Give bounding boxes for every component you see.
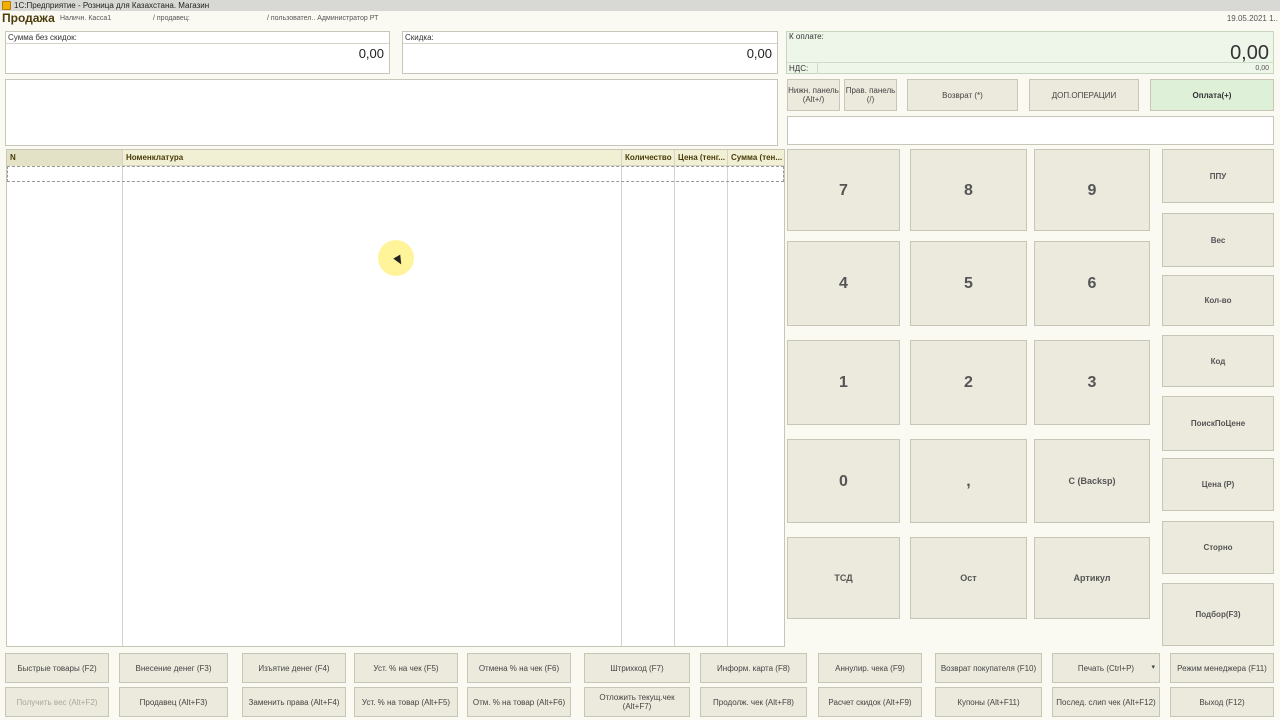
set-receipt-discount-button[interactable]: Уст. % на чек (F5) — [354, 653, 458, 683]
discount-label: Скидка: — [405, 33, 434, 42]
quantity-button[interactable]: Кол-во — [1162, 275, 1274, 326]
key-7[interactable]: 7 — [787, 149, 900, 231]
seller-label: / продавец: — [153, 15, 190, 22]
customer-return-button[interactable]: Возврат покупателя (F10) — [935, 653, 1042, 683]
key-backspace[interactable]: С (Backsp) — [1034, 439, 1150, 523]
manager-mode-button[interactable]: Режим менеджера (F11) — [1170, 653, 1274, 683]
get-weight-button[interactable]: Получить вес (Alt+F2) — [5, 687, 109, 717]
key-6[interactable]: 6 — [1034, 241, 1150, 326]
vat-value: 0,00 — [1255, 65, 1269, 72]
seller-button[interactable]: Продавец (Alt+F3) — [119, 687, 228, 717]
key-comma[interactable]: , — [910, 439, 1027, 523]
column-header-price[interactable]: Цена (тенг... — [675, 150, 727, 166]
cancel-receipt-button[interactable]: Аннулир. чека (F9) — [818, 653, 922, 683]
last-slip-button[interactable]: Послед. слип чек (Alt+F12) — [1052, 687, 1160, 717]
set-item-discount-button[interactable]: Уст. % на товар (Alt+F5) — [354, 687, 458, 717]
calculate-discounts-button[interactable]: Расчет скидок (Alt+F9) — [818, 687, 922, 717]
selection-button[interactable]: Подбор(F3) — [1162, 583, 1274, 646]
cashbox-label: Наличн. Касса1 — [60, 15, 112, 22]
sum-without-discount-label: Сумма без скидок: — [8, 33, 77, 42]
cash-out-button[interactable]: Изъятие денег (F4) — [242, 653, 346, 683]
replace-rights-button[interactable]: Заменить права (Alt+F4) — [242, 687, 346, 717]
key-8[interactable]: 8 — [910, 149, 1027, 231]
price-button[interactable]: Цена (Р) — [1162, 458, 1274, 511]
table-row[interactable] — [7, 166, 784, 182]
to-pay-panel: К оплате: 0,00 НДС: 0,00 — [786, 31, 1274, 74]
column-header-sum[interactable]: Сумма (тен... — [728, 150, 784, 166]
app-logo-icon — [2, 1, 11, 10]
table-header: N Номенклатура Количество Цена (тенг... … — [7, 150, 784, 166]
page-title: Продажа — [2, 11, 55, 25]
return-button[interactable]: Возврат (*) — [907, 79, 1018, 111]
postpone-receipt-button[interactable]: Отложить текущ.чек (Alt+F7) — [584, 687, 690, 717]
right-panel-button[interactable]: Прав. панель (/) — [844, 79, 897, 111]
column-header-n[interactable]: N — [7, 150, 122, 166]
cancel-item-discount-button[interactable]: Отм. % на товар (Alt+F6) — [467, 687, 571, 717]
info-area — [5, 79, 778, 146]
coupons-button[interactable]: Купоны (Alt+F11) — [935, 687, 1042, 717]
discount-panel: Скидка: 0,00 — [402, 31, 778, 74]
column-header-quantity[interactable]: Количество — [622, 150, 674, 166]
article-button[interactable]: Артикул — [1034, 537, 1150, 619]
quick-goods-button[interactable]: Быстрые товары (F2) — [5, 653, 109, 683]
cancel-receipt-discount-button[interactable]: Отмена % на чек (F6) — [467, 653, 571, 683]
search-by-price-button[interactable]: ПоискПоЦене — [1162, 396, 1274, 451]
tsd-button[interactable]: ТСД — [787, 537, 900, 619]
input-strip[interactable] — [787, 116, 1274, 145]
continue-receipt-button[interactable]: Продолж. чек (Alt+F8) — [700, 687, 807, 717]
user-label: / пользовател.. Администратор РТ — [267, 15, 379, 22]
code-button[interactable]: Код — [1162, 335, 1274, 387]
window-title-bar: 1С:Предприятие - Розница для Казахстана.… — [0, 0, 1280, 11]
lower-panel-button[interactable]: Нижн. панель (Alt+/) — [787, 79, 840, 111]
key-9[interactable]: 9 — [1034, 149, 1150, 231]
barcode-button[interactable]: Штрихкод (F7) — [584, 653, 690, 683]
payment-button[interactable]: Оплата(+) — [1150, 79, 1274, 111]
dropdown-arrow-icon: ▾ — [1151, 664, 1155, 671]
cash-in-button[interactable]: Внесение денег (F3) — [119, 653, 228, 683]
key-0[interactable]: 0 — [787, 439, 900, 523]
print-button-label: Печать (Ctrl+P) — [1077, 663, 1135, 673]
discount-value: 0,00 — [746, 46, 772, 61]
column-header-nomenclature[interactable]: Номенклатура — [123, 150, 621, 166]
key-1[interactable]: 1 — [787, 340, 900, 425]
to-pay-label: К оплате: — [789, 32, 824, 41]
key-4[interactable]: 4 — [787, 241, 900, 326]
print-button[interactable]: Печать (Ctrl+P) ▾ — [1052, 653, 1160, 683]
sum-without-discount-panel: Сумма без скидок: 0,00 — [5, 31, 390, 74]
extra-operations-button[interactable]: ДОП.ОПЕРАЦИИ — [1029, 79, 1139, 111]
weight-button[interactable]: Вес — [1162, 213, 1274, 267]
key-2[interactable]: 2 — [910, 340, 1027, 425]
info-card-button[interactable]: Информ. карта (F8) — [700, 653, 807, 683]
ppu-button[interactable]: ППУ — [1162, 149, 1274, 203]
key-5[interactable]: 5 — [910, 241, 1027, 326]
window-title: 1С:Предприятие - Розница для Казахстана.… — [14, 1, 210, 10]
key-3[interactable]: 3 — [1034, 340, 1150, 425]
storno-button[interactable]: Сторно — [1162, 521, 1274, 574]
items-table[interactable]: N Номенклатура Количество Цена (тенг... … — [6, 149, 785, 647]
date-label: 19.05.2021 1.. — [1226, 14, 1278, 23]
exit-button[interactable]: Выход (F12) — [1170, 687, 1274, 717]
sum-without-discount-value: 0,00 — [358, 46, 384, 61]
ost-button[interactable]: Ост — [910, 537, 1027, 619]
vat-label: НДС: — [789, 64, 809, 73]
